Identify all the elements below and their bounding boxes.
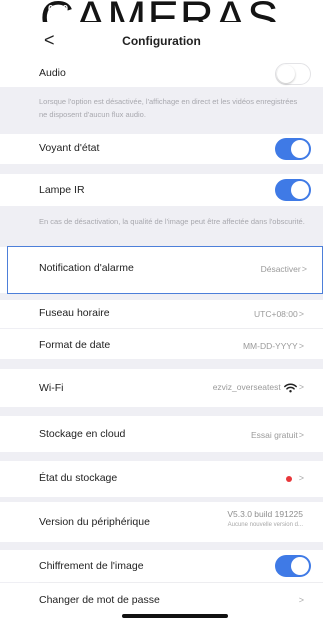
wifi-value-text: ezviz_overseatest — [212, 382, 281, 392]
cloud-storage-value-text: Essai gratuit — [250, 430, 298, 440]
setting-label-timezone: Fuseau horaire — [39, 307, 110, 319]
wifi-value: ezviz_overseatest > — [213, 382, 304, 393]
home-indicator — [122, 614, 228, 618]
chevron-right-icon: > — [298, 309, 304, 319]
chevron-right-icon: > — [298, 430, 304, 440]
chevron-right-icon: > — [298, 382, 304, 392]
device-version-update-note: Aucune nouvelle version d... — [227, 522, 303, 528]
setting-label-status-light: Voyant d'état — [39, 142, 100, 154]
setting-label-audio: Audio — [39, 67, 66, 79]
toggle-knob — [291, 557, 309, 575]
date-format-value: MM-DD-YYYY> — [243, 341, 304, 351]
setting-row-storage-status[interactable]: État du stockage > — [0, 461, 323, 497]
wifi-icon — [283, 383, 297, 393]
status-time: 0:30 — [48, 4, 69, 15]
page-title: Configuration — [122, 34, 201, 48]
image-encryption-toggle[interactable] — [275, 555, 311, 577]
chevron-right-icon: > — [298, 341, 304, 351]
status-light-toggle[interactable] — [275, 138, 311, 160]
setting-label-wifi: Wi-Fi — [39, 382, 64, 394]
setting-label-device-version: Version du périphérique — [39, 516, 150, 528]
setting-label-date-format: Format de date — [39, 339, 111, 351]
device-version-value: V5.3.0 build 191225 Aucune nouvelle vers… — [227, 509, 303, 528]
toggle-knob — [291, 181, 309, 199]
timezone-value-text: UTC+08:00 — [254, 309, 298, 319]
cloud-storage-value: Essai gratuit> — [251, 430, 304, 440]
overlay-title: CAMERAS — [40, 0, 279, 22]
status-bar: CAMERAS 0:30 — [0, 0, 323, 22]
date-format-value-text: MM-DD-YYYY — [242, 341, 298, 351]
change-password-value: > — [298, 595, 304, 605]
setting-label-change-password: Changer de mot de passe — [39, 594, 160, 606]
audio-note: Lorsque l'option est désactivée, l'affic… — [39, 97, 298, 119]
setting-row-timezone[interactable]: Fuseau horaire UTC+08:00> — [0, 300, 323, 328]
navigation-bar: < Configuration — [0, 22, 323, 62]
setting-label-image-encryption: Chiffrement de l'image — [39, 560, 144, 572]
ir-lamp-toggle[interactable] — [275, 179, 311, 201]
ir-note: En cas de désactivation, la qualité de l… — [39, 217, 305, 226]
setting-row-ir-lamp: Lampe IR — [0, 174, 323, 206]
setting-label-storage-status: État du stockage — [39, 472, 118, 484]
setting-row-cloud-storage[interactable]: Stockage en cloud Essai gratuit> — [0, 416, 323, 452]
setting-row-wifi[interactable]: Wi-Fi ezviz_overseatest > — [0, 369, 323, 407]
setting-label-ir-lamp: Lampe IR — [39, 184, 85, 196]
storage-status-value: > — [285, 473, 304, 483]
timezone-value: UTC+08:00> — [254, 309, 304, 319]
device-version-number: V5.3.0 build 191225 — [227, 509, 303, 519]
setting-row-device-version: Version du périphérique V5.3.0 build 191… — [0, 502, 323, 542]
chevron-right-icon: > — [298, 473, 304, 483]
toggle-knob — [291, 140, 309, 158]
toggle-knob — [277, 65, 295, 83]
error-dot-icon — [285, 475, 292, 482]
audio-toggle[interactable] — [275, 63, 311, 85]
setting-label-cloud-storage: Stockage en cloud — [39, 428, 126, 440]
setting-row-audio: Audio — [0, 62, 323, 87]
setting-row-date-format[interactable]: Format de date MM-DD-YYYY> — [0, 329, 323, 359]
setting-row-status-light: Voyant d'état — [0, 134, 323, 164]
chevron-right-icon: > — [298, 595, 304, 605]
selection-highlight — [7, 246, 323, 294]
setting-row-image-encryption: Chiffrement de l'image — [0, 550, 323, 582]
